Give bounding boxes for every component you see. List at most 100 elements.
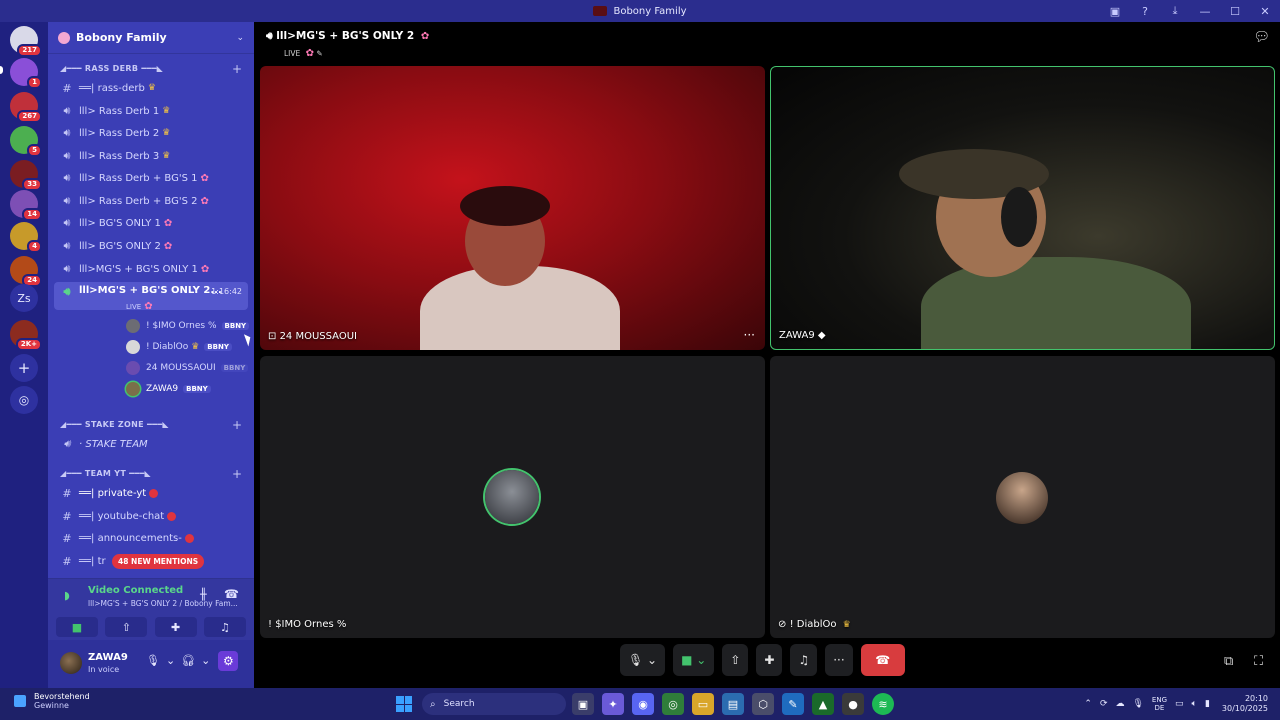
add-channel-icon[interactable]: +	[232, 467, 242, 481]
discover-icon[interactable]: ◎	[10, 386, 38, 414]
server-icon[interactable]: 5	[10, 126, 42, 157]
voice-channel[interactable]: 🔊︎ lll> Rass Derb 1 ♛	[54, 101, 248, 121]
server-icon[interactable]: 24	[10, 256, 42, 287]
soundboard-button[interactable]: ♫	[203, 617, 246, 637]
user-tag: BBNY	[221, 322, 250, 330]
screen-share-button[interactable]: ⇧	[105, 617, 148, 637]
guild-header[interactable]: Bobony Family ⌄	[48, 22, 254, 54]
channel-announcements[interactable]: # ══| announcements-	[54, 528, 248, 548]
add-server-icon[interactable]: +	[10, 354, 38, 382]
voice-channel[interactable]: 🔊︎ lll> Rass Derb + BG'S 1 ✿	[54, 168, 248, 188]
task-view-icon[interactable]: ▣	[572, 693, 594, 715]
new-mentions-button[interactable]: 48 NEW MENTIONS	[112, 554, 205, 569]
category-team-yt[interactable]: ◢━━━ TEAM YT ━━━◣	[60, 469, 151, 478]
flower-icon: ✿	[163, 240, 173, 252]
add-channel-icon[interactable]: +	[232, 418, 242, 432]
channel-label: · STAKE TEAM	[79, 438, 148, 450]
microphone-button[interactable]: 🎙︎ ⌄	[620, 644, 666, 676]
activities-button[interactable]: ✚	[154, 617, 197, 637]
voice-channel-path[interactable]: lll>MG'S + BG'S ONLY 2 / Bobony Fam...	[88, 599, 238, 608]
voice-user[interactable]: ! DiablOo♛BBNY⊘⊘	[126, 338, 254, 356]
voice-channel[interactable]: 🔊︎ · STAKE TEAM	[54, 434, 248, 454]
chevron-up-icon[interactable]: ⌃	[1084, 699, 1092, 709]
file-explorer-icon[interactable]: ▭	[692, 693, 714, 715]
channel-rass-derb[interactable]: # ══| rass-derb ♛	[54, 78, 248, 98]
server-icon[interactable]: Zs	[10, 284, 38, 312]
avatar-tile[interactable]: ⊘ ! DiablOo ♛	[770, 356, 1275, 638]
camera-button[interactable]: ■ ⌄	[673, 644, 715, 676]
clock[interactable]: 20:10 30/10/2025	[1222, 694, 1268, 714]
weather-widget[interactable]: Bevorstehend Gewinne	[14, 692, 90, 710]
fullscreen-icon[interactable]: ⛶	[1254, 654, 1263, 669]
download-icon[interactable]: ⤓	[1160, 0, 1190, 22]
server-icon[interactable]: 14	[10, 190, 42, 221]
display-icon[interactable]: ▭	[1175, 699, 1184, 709]
server-icon[interactable]: 1	[10, 58, 42, 89]
more-options-button[interactable]: ···	[825, 644, 853, 676]
video-tile-speaking[interactable]: ZAWA9 ◆	[770, 66, 1275, 350]
voice-channel[interactable]: 🔊︎ lll> BG'S ONLY 1 ✿	[54, 213, 248, 233]
nvidia-icon[interactable]: ▲	[812, 693, 834, 715]
microphone-icon[interactable]: 🎙︎	[1132, 699, 1143, 709]
chevron-down-icon[interactable]: ⌄	[166, 654, 175, 671]
chrome-icon[interactable]: ◎	[662, 693, 684, 715]
store-icon[interactable]: ▤	[722, 693, 744, 715]
voice-user[interactable]: ZAWA9BBNY▪	[126, 380, 254, 398]
help-icon[interactable]: ?	[1130, 0, 1160, 22]
server-icon[interactable]: 217	[10, 26, 42, 57]
activities-button[interactable]: ✚	[756, 644, 783, 676]
server-icon[interactable]: 33	[10, 160, 42, 191]
windows-start-icon[interactable]	[396, 696, 412, 712]
server-icon[interactable]: 267	[10, 92, 42, 123]
avatar-tile[interactable]: ! $IMO Ornes %	[260, 356, 765, 638]
voice-user[interactable]: ! $IMO Ornes % BBNY	[126, 317, 254, 335]
avatar[interactable]	[60, 652, 82, 674]
hang-up-button[interactable]: ☎	[860, 644, 905, 676]
server-icon[interactable]: 2K+	[10, 320, 42, 351]
close-icon[interactable]: ✕	[1250, 0, 1280, 22]
editor-icon[interactable]: ✎	[782, 693, 804, 715]
minimize-icon[interactable]: —	[1190, 0, 1220, 22]
app-icon[interactable]: ⬡	[752, 693, 774, 715]
voice-channel[interactable]: 🔊︎ lll>MG'S + BG'S ONLY 1 ✿	[54, 259, 248, 279]
channel-youtube-chat[interactable]: # ══| youtube-chat	[54, 506, 248, 526]
chat-bubble-icon[interactable]: 💬︎	[1253, 30, 1270, 45]
voice-channel[interactable]: 🔊︎ lll> Rass Derb 2 ♛	[54, 123, 248, 143]
headphones-icon[interactable]: 🎧︎	[181, 654, 195, 671]
maximize-icon[interactable]: ☐	[1220, 0, 1250, 22]
recorder-icon[interactable]: ●	[842, 693, 864, 715]
taskbar-search[interactable]: ⌕ Search	[422, 693, 566, 715]
add-channel-icon[interactable]: +	[232, 62, 242, 76]
channel-label: ══| youtube-chat	[79, 510, 165, 522]
soundboard-button[interactable]: ♫	[790, 644, 818, 676]
screen-share-button[interactable]: ⇧	[722, 644, 749, 676]
gear-icon[interactable]: ⚙	[218, 651, 239, 671]
volume-icon[interactable]: 🔈︎	[1192, 699, 1197, 709]
voice-user[interactable]: 24 MOUSSAOUIBBNY⊘◉▪	[126, 359, 254, 377]
microphone-icon[interactable]: 🎙︎	[146, 654, 160, 671]
battery-icon[interactable]: ▮	[1205, 699, 1210, 709]
camera-button[interactable]: ■	[56, 617, 98, 637]
language-indicator[interactable]: ENG DE	[1152, 696, 1167, 712]
pop-out-icon[interactable]: ⧉	[1224, 654, 1233, 669]
video-tile[interactable]: ⊡ 24 MOUSSAOUI ···	[260, 66, 765, 350]
disconnect-icon[interactable]: ☎	[224, 587, 239, 601]
voice-channel[interactable]: 🔊︎ lll> BG'S ONLY 2 ✿	[54, 236, 248, 256]
channel-private-yt[interactable]: # ══| private-yt	[54, 483, 248, 503]
voice-channel[interactable]: 🔊︎ lll> Rass Derb + BG'S 2 ✿	[54, 191, 248, 211]
discord-icon[interactable]: ◉	[632, 693, 654, 715]
spotify-icon[interactable]: ≋	[872, 693, 894, 715]
cloud-icon[interactable]: ☁	[1115, 699, 1124, 709]
voice-channel[interactable]: 🔊︎ lll> Rass Derb 3 ♛	[54, 146, 248, 166]
sync-icon[interactable]: ⟳	[1100, 699, 1108, 709]
noise-suppression-icon[interactable]: ╫	[200, 588, 207, 601]
inbox-icon[interactable]: ▣	[1100, 0, 1130, 22]
category-rass-derb[interactable]: ◢━━━ RASS DERB ━━━◣	[60, 64, 163, 73]
more-options-icon[interactable]: ···	[744, 328, 755, 342]
stage-title: 🔊︎ lll>MG'S + BG'S ONLY 2 ✿	[266, 30, 430, 42]
server-icon[interactable]: 4	[10, 222, 42, 253]
copilot-icon[interactable]: ✦	[602, 693, 624, 715]
category-stake-zone[interactable]: ◢━━━ STAKE ZONE ━━━◣	[60, 420, 169, 429]
server-badge: 14	[22, 208, 42, 221]
chevron-down-icon[interactable]: ⌄	[201, 654, 210, 671]
